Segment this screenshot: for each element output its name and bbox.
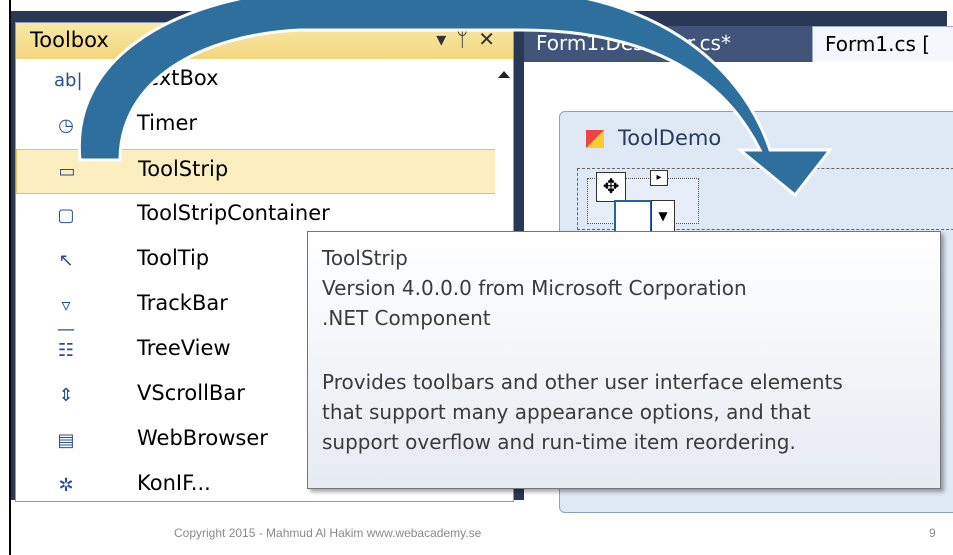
- smart-tag-icon[interactable]: ▸: [650, 170, 668, 186]
- toolbox-item-toolstrip[interactable]: ▭ ToolStrip: [16, 149, 496, 194]
- toolbox-item-label: ToolStrip: [138, 157, 229, 181]
- vscrollbar-icon: ⇕: [58, 385, 74, 406]
- toolbox-item-label: ToolStripContainer: [137, 201, 330, 225]
- scroll-up-icon[interactable]: [498, 71, 510, 78]
- move-handle-icon[interactable]: ✥: [596, 172, 626, 202]
- toolstrip-tooltip: ToolStrip Version 4.0.0.0 from Microsoft…: [307, 231, 941, 489]
- toolbox-item-textbox[interactable]: ab| TextBox: [16, 59, 496, 104]
- toolbox-item-label: TrackBar: [137, 291, 228, 315]
- add-item-dropdown-icon[interactable]: ▼: [651, 200, 675, 232]
- tooltip-description-line: Provides toolbars and other user interfa…: [322, 370, 843, 394]
- form-title: ToolDemo: [618, 126, 722, 150]
- toolbox-item-label: VScrollBar: [137, 381, 245, 405]
- tooltip-description-line: support overflow and run-time item reord…: [322, 430, 796, 454]
- textbox-icon: ab|: [54, 70, 83, 91]
- pin-icon[interactable]: ᛘ: [456, 27, 478, 51]
- form-icon: [586, 130, 604, 148]
- treeview-icon: ☷: [57, 340, 75, 361]
- toolbox-window-controls[interactable]: ▾ᛘ✕: [436, 27, 505, 51]
- slide-footer-copyright: Copyright 2015 - Mahmud Al Hakim www.web…: [174, 526, 482, 540]
- toolbox-item-label: Timer: [137, 111, 198, 135]
- dropdown-icon[interactable]: ▾: [436, 27, 456, 51]
- toolbox-item-label: WebBrowser: [137, 426, 268, 450]
- webbrowser-icon: ▤: [57, 430, 75, 451]
- toolbox-header: Toolbox ▾ᛘ✕: [16, 23, 513, 59]
- close-icon[interactable]: ✕: [478, 27, 505, 51]
- tooltip-description-line: that support many appearance options, an…: [322, 400, 811, 424]
- toolbox-item-timer[interactable]: ◷ Timer: [16, 104, 496, 149]
- toolstrip-icon: ▭: [58, 161, 76, 182]
- toolbox-title: Toolbox: [30, 28, 109, 52]
- slide-page-number: 9: [929, 526, 936, 540]
- toolstripcontainer-icon: ▢: [57, 205, 75, 226]
- add-item-button[interactable]: [614, 200, 652, 234]
- toolbox-item-label: ToolTip: [137, 246, 210, 270]
- tooltip-version: Version 4.0.0.0 from Microsoft Corporati…: [322, 276, 747, 300]
- component-icon: ✲: [58, 475, 74, 496]
- toolbox-item-label: TreeView: [137, 336, 231, 360]
- tooltip-component-type: .NET Component: [322, 306, 491, 330]
- trackbar-icon: ▿—: [57, 295, 75, 340]
- tab-form1-designer[interactable]: Form1.Designer.cs*: [524, 26, 812, 62]
- tooltip-title: ToolStrip: [322, 246, 408, 270]
- toolbox-item-label: TextBox: [137, 66, 219, 90]
- tooltip-icon: ↖: [58, 250, 74, 271]
- timer-icon: ◷: [58, 115, 74, 136]
- toolbox-item-label: KonIF...: [137, 471, 211, 495]
- slide-left-border: [0, 0, 11, 555]
- tab-form1-cs[interactable]: Form1.cs [: [812, 26, 953, 62]
